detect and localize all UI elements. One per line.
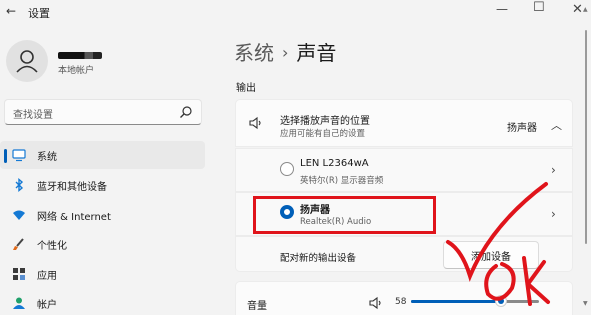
sidebar-item-network[interactable]: 网络 & Internet	[0, 201, 205, 229]
wifi-icon	[13, 210, 25, 220]
sidebar-item-label: 蓝牙和其他设备	[37, 182, 107, 193]
close-icon[interactable]: ✕	[572, 2, 583, 17]
volume-slider-thumb[interactable]	[495, 295, 507, 307]
chevron-right-icon[interactable]: ›	[551, 207, 556, 221]
volume-label: 音量	[247, 301, 267, 312]
choose-output-title: 选择播放声音的位置	[280, 116, 370, 127]
sidebar-item-label: 系统	[37, 152, 57, 163]
monitor-icon	[12, 149, 26, 162]
device-name: 扬声器	[300, 205, 330, 216]
page-title: 声音	[296, 41, 337, 65]
radio-button-device-0[interactable]	[280, 162, 294, 176]
account-type: 本地帐户	[58, 66, 95, 76]
radio-button-device-1[interactable]	[280, 205, 294, 219]
device-detail: 英特尔(R) 显示器音频	[300, 176, 384, 186]
scrollbar-thumb[interactable]	[585, 30, 587, 244]
device-name: LEN L2364wA	[300, 158, 369, 169]
scroll-down-arrow-icon[interactable]: ▼	[583, 300, 588, 307]
sidebar-item-accounts[interactable]: 帐户	[0, 289, 205, 315]
section-label-output: 输出	[236, 83, 256, 94]
sidebar-item-label: 个性化	[37, 241, 67, 252]
person-icon	[16, 50, 38, 73]
title-bar: ← 设置 — ☐ ✕	[0, 0, 591, 24]
breadcrumb-parent[interactable]: 系统	[234, 41, 274, 65]
user-name-redacted	[58, 44, 108, 59]
chevron-right-icon[interactable]: ›	[551, 163, 556, 177]
volume-slider[interactable]	[411, 295, 539, 307]
sidebar-item-apps[interactable]: 应用	[0, 260, 205, 288]
minimize-icon[interactable]: —	[496, 2, 508, 16]
breadcrumb-separator: ›	[282, 43, 289, 62]
back-arrow-icon[interactable]: ←	[6, 4, 16, 18]
bluetooth-icon	[15, 178, 24, 192]
speaker-mute-toggle-icon[interactable]	[369, 296, 383, 310]
add-device-button[interactable]: 添加设备	[443, 241, 539, 269]
sidebar-item-personalization[interactable]: 个性化	[0, 230, 205, 258]
sidebar-item-label: 应用	[37, 271, 57, 282]
scroll-up-arrow-icon[interactable]: ▲	[583, 6, 588, 13]
chevron-up-icon[interactable]: ︿	[551, 117, 562, 133]
maximize-icon[interactable]: ☐	[533, 0, 545, 15]
volume-slider-fill	[411, 300, 501, 303]
volume-value: 58	[395, 297, 407, 307]
sidebar-item-label: 网络 & Internet	[37, 212, 111, 223]
search-placeholder: 查找设置	[13, 110, 53, 121]
pair-device-label: 配对新的输出设备	[280, 253, 357, 264]
speaker-icon	[249, 116, 261, 130]
choose-output-subtitle: 应用可能有自己的设置	[280, 129, 366, 139]
search-input[interactable]: 查找设置	[4, 99, 202, 125]
selected-output-device: 扬声器	[507, 123, 537, 134]
app-title: 设置	[28, 7, 50, 20]
device-detail: Realtek(R) Audio	[300, 217, 372, 227]
account-icon	[13, 297, 25, 309]
sidebar-item-system[interactable]: 系统	[0, 141, 205, 169]
breadcrumb: 系统 › 声音	[234, 37, 336, 66]
search-icon[interactable]	[179, 105, 193, 119]
sidebar-item-label: 帐户	[37, 300, 57, 311]
sidebar-item-bluetooth[interactable]: 蓝牙和其他设备	[0, 171, 205, 199]
apps-grid-icon	[13, 268, 25, 280]
avatar[interactable]	[6, 40, 48, 82]
brush-icon	[13, 238, 24, 250]
